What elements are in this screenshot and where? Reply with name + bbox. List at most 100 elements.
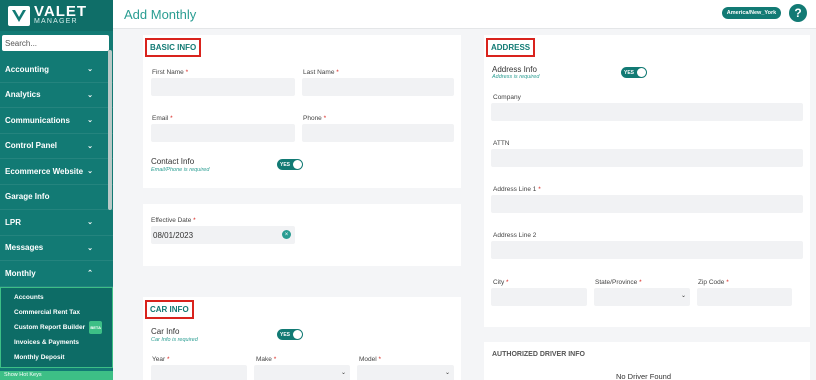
- chevron-down-icon: ⌄: [87, 117, 93, 125]
- submenu-item-label: Monthly Deposit: [14, 353, 65, 361]
- first-name-label: First Name *: [152, 69, 189, 76]
- address-line2-label: Address Line 2: [493, 232, 537, 239]
- sidebar-item-analytics[interactable]: Analytics ⌄: [0, 83, 113, 108]
- valet-logo-icon: [8, 5, 30, 26]
- make-select[interactable]: [254, 365, 350, 380]
- effective-date-value: 08/01/2023: [153, 231, 194, 240]
- zip-field[interactable]: [697, 288, 792, 306]
- address-line2-field[interactable]: [491, 241, 803, 259]
- attn-field[interactable]: [491, 149, 803, 167]
- address-info-label: Address Info: [492, 65, 537, 74]
- model-select[interactable]: [357, 365, 454, 380]
- first-name-field[interactable]: [151, 78, 295, 96]
- attn-label: ATTN: [493, 140, 510, 147]
- effective-date-card: Effective Date * 08/01/2023 ×: [143, 204, 461, 266]
- chevron-up-icon: ⌃: [87, 270, 93, 278]
- sidebar-item-monthly[interactable]: Monthly ⌃: [0, 261, 113, 287]
- car-info-label: Car Info: [151, 327, 180, 336]
- effective-date-label: Effective Date *: [151, 217, 196, 224]
- monthly-submenu: Accounts Commercial Rent Tax Custom Report…: [0, 286, 113, 368]
- sidebar-item-label: Garage Info: [5, 192, 50, 202]
- timezone-badge[interactable]: America/New_York: [722, 7, 781, 19]
- top-header: Add Monthly America/New_York ?: [113, 0, 816, 29]
- year-label: Year *: [152, 356, 170, 363]
- basic-info-title: BASIC INFO: [145, 38, 202, 57]
- no-driver-message: No Driver Found: [616, 372, 672, 380]
- sidebar-item-garage-info[interactable]: Garage Info: [0, 185, 113, 210]
- sidebar-item-lpr[interactable]: LPR ⌄: [0, 210, 113, 236]
- submenu-item-monthly-deposit[interactable]: Monthly Deposit: [1, 350, 112, 365]
- sidebar-item-label: Control Panel: [5, 141, 58, 151]
- logo[interactable]: VALET MANAGER: [0, 0, 113, 31]
- sidebar-item-label: Messages: [5, 243, 44, 253]
- address-line1-label: Address Line 1 *: [493, 186, 541, 193]
- sidebar-item-label: Monthly: [5, 268, 36, 278]
- contact-info-toggle[interactable]: YES: [277, 159, 303, 170]
- model-chevron-down-icon: ⌄: [445, 370, 451, 376]
- phone-field[interactable]: [302, 124, 454, 142]
- submenu-item-label: Custom Report Builder: [14, 323, 86, 331]
- state-select[interactable]: [594, 288, 690, 306]
- sidebar-item-ecommerce-website[interactable]: Ecommerce Website ⌄: [0, 159, 113, 185]
- basic-info-card: BASIC INFO First Name * Last Name * Emai…: [143, 35, 461, 188]
- sidebar-item-label: Communications: [5, 115, 70, 125]
- address-line1-field[interactable]: [491, 195, 803, 213]
- chevron-down-icon: ⌄: [87, 219, 93, 227]
- car-info-card: CAR INFO Car Info Car Info is required Y…: [143, 297, 461, 380]
- chevron-down-icon: ⌄: [87, 168, 93, 176]
- help-icon[interactable]: ?: [789, 4, 807, 22]
- company-field[interactable]: [491, 103, 803, 121]
- beta-badge: BETA: [89, 320, 103, 334]
- submenu-item-commercial-rent-tax[interactable]: Commercial Rent Tax: [1, 305, 112, 320]
- sidebar-scrollbar[interactable]: [108, 50, 112, 210]
- sidebar-item-label: Ecommerce Website: [5, 166, 84, 176]
- brand-name: VALET: [34, 3, 88, 20]
- address-info-toggle[interactable]: YES: [621, 67, 647, 78]
- company-label: Company: [493, 94, 521, 101]
- chevron-down-icon: ⌄: [87, 91, 93, 99]
- clear-date-icon[interactable]: ×: [282, 230, 291, 239]
- zip-label: Zip Code *: [698, 279, 729, 286]
- submenu-item-custom-report-builder[interactable]: Custom Report Builder BETA: [1, 320, 112, 335]
- sidebar-item-accounting[interactable]: Accounting ⌄: [0, 57, 113, 83]
- submenu-item-label: Invoices & Payments: [14, 338, 80, 346]
- last-name-label: Last Name *: [303, 69, 339, 76]
- nav-menu: Accounting ⌄ Analytics ⌄ Communications ⌄ Cont…: [0, 57, 113, 287]
- car-info-toggle[interactable]: YES: [277, 329, 303, 340]
- show-hot-keys[interactable]: Show Hot Keys: [0, 371, 113, 380]
- address-title: ADDRESS: [486, 38, 536, 57]
- city-label: City *: [493, 279, 509, 286]
- sidebar-item-label: Analytics: [5, 90, 41, 100]
- sidebar: VALET MANAGER Accounting⌄Analytics⌄Commu…: [0, 0, 113, 380]
- authorized-driver-card: AUTHORIZED DRIVER INFO No Driver Found: [484, 342, 810, 380]
- submenu-item-accounts[interactable]: Accounts: [1, 290, 112, 305]
- sidebar-item-label: Accounting: [5, 64, 49, 74]
- make-chevron-down-icon: ⌄: [341, 370, 347, 376]
- sidebar-item-communications[interactable]: Communications ⌄: [0, 108, 113, 134]
- year-select[interactable]: [151, 365, 247, 380]
- submenu-item-invoices-payments[interactable]: Invoices & Payments: [1, 335, 112, 350]
- submenu-item-label: Accounts: [14, 293, 44, 301]
- state-chevron-down-icon: ⌄: [681, 293, 687, 299]
- city-field[interactable]: [491, 288, 587, 306]
- address-info-hint: Address is required: [492, 74, 540, 80]
- chevron-down-icon: ⌄: [87, 142, 93, 150]
- email-field[interactable]: [151, 124, 295, 142]
- page-title: Add Monthly: [124, 7, 197, 22]
- sidebar-item-label: LPR: [5, 217, 21, 227]
- submenu-item-label: Commercial Rent Tax: [14, 308, 80, 316]
- model-label: Model *: [359, 356, 382, 363]
- phone-label: Phone *: [303, 115, 327, 122]
- car-info-title: CAR INFO: [145, 300, 194, 319]
- search-input[interactable]: [2, 35, 109, 51]
- sidebar-item-control-panel[interactable]: Control Panel ⌄: [0, 134, 113, 159]
- make-label: Make *: [256, 356, 277, 363]
- sidebar-item-messages[interactable]: Messages ⌄: [0, 236, 113, 261]
- email-label: Email *: [152, 115, 173, 122]
- contact-info-hint: Email/Phone is required: [151, 167, 210, 173]
- car-info-hint: Car Info is required: [151, 337, 198, 343]
- authorized-driver-title: AUTHORIZED DRIVER INFO: [492, 351, 585, 358]
- state-label: State/Province *: [595, 279, 642, 286]
- chevron-down-icon: ⌄: [87, 244, 93, 252]
- last-name-field[interactable]: [302, 78, 454, 96]
